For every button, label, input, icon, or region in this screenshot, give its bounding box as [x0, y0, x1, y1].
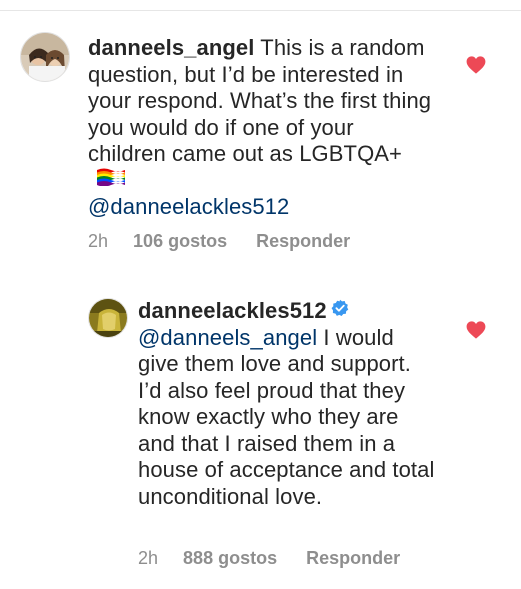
likes-count[interactable]: 888 gostos: [183, 548, 277, 568]
comment-username[interactable]: danneelackles512: [138, 298, 327, 323]
verified-badge-icon: [331, 297, 349, 324]
rainbow-flag-icon: [96, 166, 126, 193]
heart-icon[interactable]: [466, 321, 486, 339]
mention-link[interactable]: @danneelackles512: [88, 194, 289, 219]
reply-button[interactable]: Responder: [306, 548, 400, 568]
comment-body: danneelackles512 @danneels_angel I would…: [138, 298, 438, 510]
top-divider: [0, 10, 521, 11]
comment-username[interactable]: danneels_angel: [88, 35, 254, 60]
comment-time: 2h: [88, 231, 109, 251]
avatar-photo: [21, 33, 69, 81]
heart-icon[interactable]: [466, 56, 486, 74]
comment-text: I would give them love and support. I’d …: [138, 324, 435, 509]
likes-count[interactable]: 106 gostos: [133, 231, 227, 251]
mention-link[interactable]: @danneels_angel: [138, 325, 317, 350]
reply-button[interactable]: Responder: [256, 231, 350, 251]
comment-body: danneels_angel This is a random question…: [88, 35, 433, 221]
comment-meta: 2h 106 gostos Responder: [88, 231, 350, 252]
avatar-photo: [89, 299, 127, 337]
comment-time: 2h: [138, 548, 159, 568]
avatar[interactable]: [20, 32, 70, 82]
comment-meta: 2h 888 gostos Responder: [138, 548, 400, 569]
avatar[interactable]: [88, 298, 128, 338]
